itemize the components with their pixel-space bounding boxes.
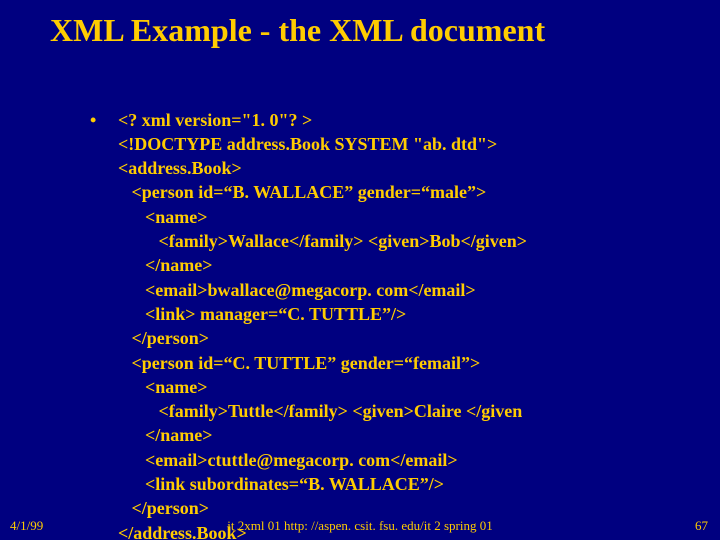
footer-page-number: 67 [695,518,708,534]
slide-body: • <? xml version="1. 0"? > <!DOCTYPE add… [0,49,720,540]
slide: XML Example - the XML document • <? xml … [0,0,720,540]
bullet-row: • <? xml version="1. 0"? > <!DOCTYPE add… [90,108,720,540]
code-block: <? xml version="1. 0"? > <!DOCTYPE addre… [118,108,527,540]
bullet-icon: • [90,108,118,132]
footer-source: it 2xml 01 http: //aspen. csit. fsu. edu… [0,518,720,534]
slide-title: XML Example - the XML document [0,0,720,49]
